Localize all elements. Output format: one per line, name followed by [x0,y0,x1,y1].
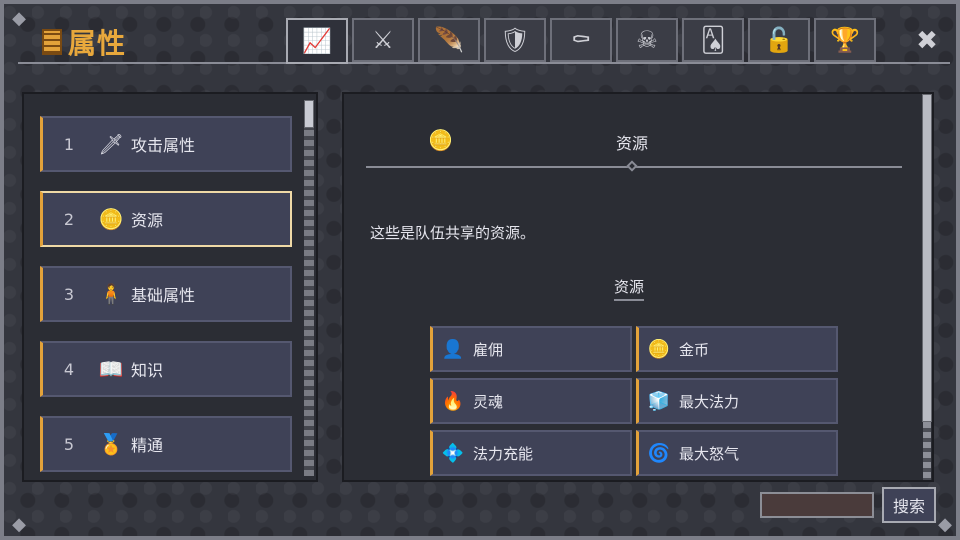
title-area: 属性 [42,22,126,62]
cards-icon: 🂡 [700,26,726,54]
scroll-knob[interactable] [922,94,932,422]
corner-ornament-icon: ◆ [12,514,26,535]
category-list: 1 🗡 攻击属性 2 🪙 资源 3 🧍 基础属性 4 📖 知识 5 🏅 精通 [22,92,318,482]
detail-panel: 🪙 资源 这些是队伍共享的资源。 资源 👤 雇佣 🪙 金币 🔥 灵魂 🧊 最大法… [342,92,934,482]
detail-scrollbar[interactable] [922,94,932,480]
rage-icon: 🌀 [647,442,671,464]
chain-scrollbar[interactable] [304,100,314,476]
tab-trophies[interactable]: 🏆 [814,18,876,62]
category-number: 5 [63,434,75,454]
resource-label: 雇佣 [473,340,504,359]
resource-label: 最大法力 [679,392,740,411]
shield-icon: 🛡 [499,26,531,54]
detail-title: 资源 [616,134,649,153]
feather-icon: 🪶 [434,26,464,54]
resource-gold[interactable]: 🪙 金币 [636,326,838,372]
resource-mana-charge[interactable]: 💠 法力充能 [430,430,632,476]
tombstone-icon: ⚰ [570,26,592,54]
attributes-icon [42,29,62,55]
resource-max-mana[interactable]: 🧊 最大法力 [636,378,838,424]
resource-grid: 👤 雇佣 🪙 金币 🔥 灵魂 🧊 最大法力 💠 法力充能 🌀 最大怒气 [430,326,838,476]
category-label: 知识 [131,361,164,380]
tab-skull[interactable]: ☠ [616,18,678,62]
detail-subheading: 资源 [614,276,645,301]
category-item-mastery[interactable]: 5 🏅 精通 [40,416,292,472]
divider-ornament-icon [626,160,638,172]
category-number: 1 [63,134,75,154]
chart-icon: 📈 [302,27,332,55]
resource-label: 金币 [679,340,710,359]
search-button[interactable]: 搜索 [882,487,936,523]
category-label: 资源 [131,211,164,230]
category-label: 精通 [131,436,164,455]
tab-cards[interactable]: 🂡 [682,18,744,62]
sword-icon: 🗡 [98,132,124,156]
resource-hire[interactable]: 👤 雇佣 [430,326,632,372]
resource-max-rage[interactable]: 🌀 最大怒气 [636,430,838,476]
close-icon: ✖ [916,26,938,56]
tab-combat[interactable]: ⚔ [352,18,414,62]
tab-grave[interactable]: ⚰ [550,18,612,62]
skull-icon: ☠ [636,26,658,54]
search-input[interactable] [760,492,874,518]
figure-icon: 🧍 [98,282,124,306]
chain-track [923,422,931,480]
scroll-knob[interactable] [304,100,314,128]
person-icon: 👤 [441,338,465,360]
category-number: 2 [63,209,75,229]
coins-icon: 🪙 [98,207,124,231]
tab-shield[interactable]: 🛡 [484,18,546,62]
max-mana-icon: 🧊 [647,390,671,412]
soul-icon: 🔥 [441,390,465,412]
close-button[interactable]: ✖ [908,24,946,58]
page-title: 属性 [68,27,127,60]
tab-quill[interactable]: 🪶 [418,18,480,62]
trophy-icon: 🏆 [830,26,860,54]
category-item-attack[interactable]: 1 🗡 攻击属性 [40,116,292,172]
medal-icon: 🏅 [98,432,124,456]
category-item-knowledge[interactable]: 4 📖 知识 [40,341,292,397]
resource-soul[interactable]: 🔥 灵魂 [430,378,632,424]
resource-label: 最大怒气 [679,444,740,463]
mana-charge-icon: 💠 [441,442,465,464]
coins-icon: 🪙 [428,128,453,152]
gold-coin-icon: 🪙 [647,338,671,360]
window-frame: ◆ ◆ ◆ 属性 📈 ⚔ 🪶 🛡 ⚰ ☠ 🂡 🔓 🏆 ✖ 1 🗡 攻击属性 2 … [0,0,960,540]
tab-bar: 📈 ⚔ 🪶 🛡 ⚰ ☠ 🂡 🔓 🏆 [286,18,876,64]
category-item-resources[interactable]: 2 🪙 资源 [40,191,292,247]
resource-label: 法力充能 [473,444,534,463]
crossed-swords-icon: ⚔ [372,26,394,54]
tab-unlocks[interactable]: 🔓 [748,18,810,62]
tab-stats[interactable]: 📈 [286,18,348,64]
padlock-icon: 🔓 [764,26,794,54]
corner-ornament-icon: ◆ [938,514,952,535]
category-item-basic[interactable]: 3 🧍 基础属性 [40,266,292,322]
resource-label: 灵魂 [473,392,504,411]
category-number: 4 [63,359,75,379]
book-icon: 📖 [98,357,124,381]
category-number: 3 [63,284,75,304]
category-label: 攻击属性 [131,136,196,155]
detail-description: 这些是队伍共享的资源。 [370,224,536,242]
corner-ornament-icon: ◆ [12,8,26,29]
category-label: 基础属性 [131,286,196,305]
